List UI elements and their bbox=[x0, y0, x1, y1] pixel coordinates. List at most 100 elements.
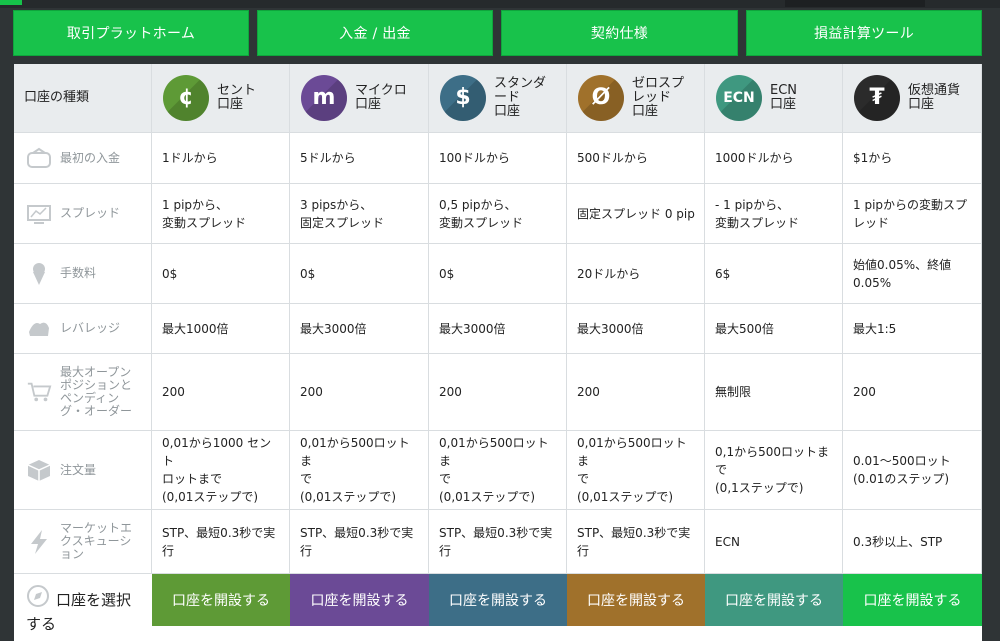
row-label-1: 最初の入金 bbox=[14, 133, 152, 184]
chart-screen-icon bbox=[26, 201, 52, 227]
table-cell: 5ドルから bbox=[290, 133, 429, 184]
top-bar-button[interactable] bbox=[785, 0, 925, 7]
row-label-3: 手数料 bbox=[14, 244, 152, 304]
table-cell: 200 bbox=[429, 354, 567, 431]
table-cell: STP、最短0.3秒で実 行 bbox=[152, 510, 290, 574]
account-name: マイクロ 口座 bbox=[355, 83, 407, 112]
table-cell: 1 pipから、 変動スプレッド bbox=[152, 184, 290, 244]
table-cell: ECN bbox=[705, 510, 843, 574]
tab-deposit-withdrawal[interactable]: 入金 / 出金 bbox=[257, 10, 493, 56]
ice-cream-icon bbox=[26, 261, 52, 287]
table-cell: 500ドルから bbox=[567, 133, 705, 184]
select-account-text: 口座を選択 する bbox=[26, 591, 132, 633]
icon-glyph: ₮ bbox=[869, 85, 885, 110]
table-cell: 200 bbox=[152, 354, 290, 431]
row-label-7: マーケットエ クスキューシ ョン bbox=[14, 510, 152, 574]
table-cell: STP、最短0.3秒で実 行 bbox=[567, 510, 705, 574]
table-cell: 最大500倍 bbox=[705, 304, 843, 354]
account-header-3: $ スタンダ ード 口座 bbox=[429, 64, 567, 133]
icon-glyph: Ø bbox=[591, 85, 611, 110]
tab-trading-platform[interactable]: 取引プラットホーム bbox=[13, 10, 249, 56]
account-comparison-table: 口座の種類 ¢ セント 口座 m マイクロ 口座 $ スタンダ ード 口座 Ø ゼロスプ レッド… bbox=[14, 64, 982, 641]
open-account-button[interactable]: 口座を開設する bbox=[705, 574, 843, 626]
row-label-2: スプレッド bbox=[14, 184, 152, 244]
table-cell: 最大3000倍 bbox=[429, 304, 567, 354]
icon-glyph: $ bbox=[455, 85, 471, 110]
table-cell: 0,01から500ロットま で (0,01ステップで) bbox=[429, 431, 567, 510]
table-cell: 200 bbox=[290, 354, 429, 431]
row-label-text: レバレッジ bbox=[60, 321, 121, 335]
table-cell: 0,1から500ロットま で (0,1ステップで) bbox=[705, 431, 843, 510]
account-name: スタンダ ード 口座 bbox=[494, 76, 547, 119]
table-cell: 0.3秒以上、STP bbox=[843, 510, 982, 574]
row-label-text: 最大オープン ポジションと ペンディン グ・オーダー bbox=[60, 365, 133, 418]
table-cell: 20ドルから bbox=[567, 244, 705, 304]
tether-icon: ₮ bbox=[854, 75, 900, 121]
logo-fragment bbox=[0, 0, 22, 5]
table-cell: 0,01から500ロットま で (0,01ステップで) bbox=[567, 431, 705, 510]
table-cell: 1000ドルから bbox=[705, 133, 843, 184]
row-label-text: マーケットエ クスキューシ ョン bbox=[60, 521, 133, 561]
tab-contract-specs[interactable]: 契約仕様 bbox=[501, 10, 738, 56]
account-name: セント 口座 bbox=[217, 83, 257, 112]
account-header-2: m マイクロ 口座 bbox=[290, 64, 429, 133]
cent-icon: ¢ bbox=[163, 75, 209, 121]
account-name: ゼロスプ レッド 口座 bbox=[632, 76, 685, 119]
row-label-4: レバレッジ bbox=[14, 304, 152, 354]
row-label-text: 注文量 bbox=[60, 462, 97, 477]
open-account-button[interactable]: 口座を開設する bbox=[290, 574, 429, 626]
icon-glyph: ¢ bbox=[178, 85, 194, 110]
tab-profit-calculator[interactable]: 損益計算ツール bbox=[746, 10, 982, 56]
table-cell: $1から bbox=[843, 133, 982, 184]
table-cell: 200 bbox=[843, 354, 982, 431]
table-cell: STP、最短0.3秒で実 行 bbox=[290, 510, 429, 574]
box-icon bbox=[26, 457, 52, 483]
account-header-6: ₮ 仮想通貨 口座 bbox=[843, 64, 982, 133]
icon-glyph: ECN bbox=[723, 90, 755, 106]
row-label-text: スプレッド bbox=[60, 206, 121, 220]
table-cell: 1ドルから bbox=[152, 133, 290, 184]
icon-glyph: m bbox=[312, 85, 336, 110]
account-name: ECN 口座 bbox=[770, 83, 798, 112]
table-cell: 0$ bbox=[152, 244, 290, 304]
table-cell: 最大3000倍 bbox=[290, 304, 429, 354]
table-cell: - 1 pipから、 変動スプレッド bbox=[705, 184, 843, 244]
account-name: 仮想通貨 口座 bbox=[908, 83, 961, 112]
micro-icon: m bbox=[301, 75, 347, 121]
account-header-1: ¢ セント 口座 bbox=[152, 64, 290, 133]
open-account-button[interactable]: 口座を開設する bbox=[843, 574, 982, 626]
account-type-header: 口座の種類 bbox=[14, 64, 152, 133]
standard-icon: $ bbox=[440, 75, 486, 121]
muscle-icon bbox=[26, 316, 52, 342]
table-cell: 0,5 pipから、 変動スプレッド bbox=[429, 184, 567, 244]
table-cell: 0.01～500ロット (0.01のステップ) bbox=[843, 431, 982, 510]
open-account-button[interactable]: 口座を開設する bbox=[567, 574, 705, 626]
account-header-4: Ø ゼロスプ レッド 口座 bbox=[567, 64, 705, 133]
table-cell: 固定スプレッド 0 pip bbox=[567, 184, 705, 244]
table-cell: 最大1:5 bbox=[843, 304, 982, 354]
top-bar bbox=[0, 0, 1000, 8]
zero-spread-icon: Ø bbox=[578, 75, 624, 121]
table-cell: 100ドルから bbox=[429, 133, 567, 184]
open-account-button[interactable]: 口座を開設する bbox=[429, 574, 567, 626]
open-account-button[interactable]: 口座を開設する bbox=[152, 574, 290, 626]
table-cell: 3 pipsから、 固定スプレッド bbox=[290, 184, 429, 244]
table-cell: STP、最短0.3秒で実 行 bbox=[429, 510, 567, 574]
row-label-6: 注文量 bbox=[14, 431, 152, 510]
table-cell: 0,01から500ロットま で (0,01ステップで) bbox=[290, 431, 429, 510]
table-cell: 0$ bbox=[429, 244, 567, 304]
lightning-icon bbox=[26, 529, 52, 555]
table-cell: 無制限 bbox=[705, 354, 843, 431]
table-cell: 6$ bbox=[705, 244, 843, 304]
wallet-icon bbox=[26, 145, 52, 171]
table-cell: 0,01から1000 セント ロットまで (0,01ステップで) bbox=[152, 431, 290, 510]
account-header-5: ECN ECN 口座 bbox=[705, 64, 843, 133]
table-cell: 200 bbox=[567, 354, 705, 431]
table-cell: 最大1000倍 bbox=[152, 304, 290, 354]
row-label-5: 最大オープン ポジションと ペンディン グ・オーダー bbox=[14, 354, 152, 431]
table-cell: 始値0.05%、終値 0.05% bbox=[843, 244, 982, 304]
row-label-text: 手数料 bbox=[60, 266, 97, 280]
select-account-label: 口座を選択 する bbox=[14, 574, 152, 641]
cart-icon bbox=[26, 379, 52, 405]
table-cell: 0$ bbox=[290, 244, 429, 304]
